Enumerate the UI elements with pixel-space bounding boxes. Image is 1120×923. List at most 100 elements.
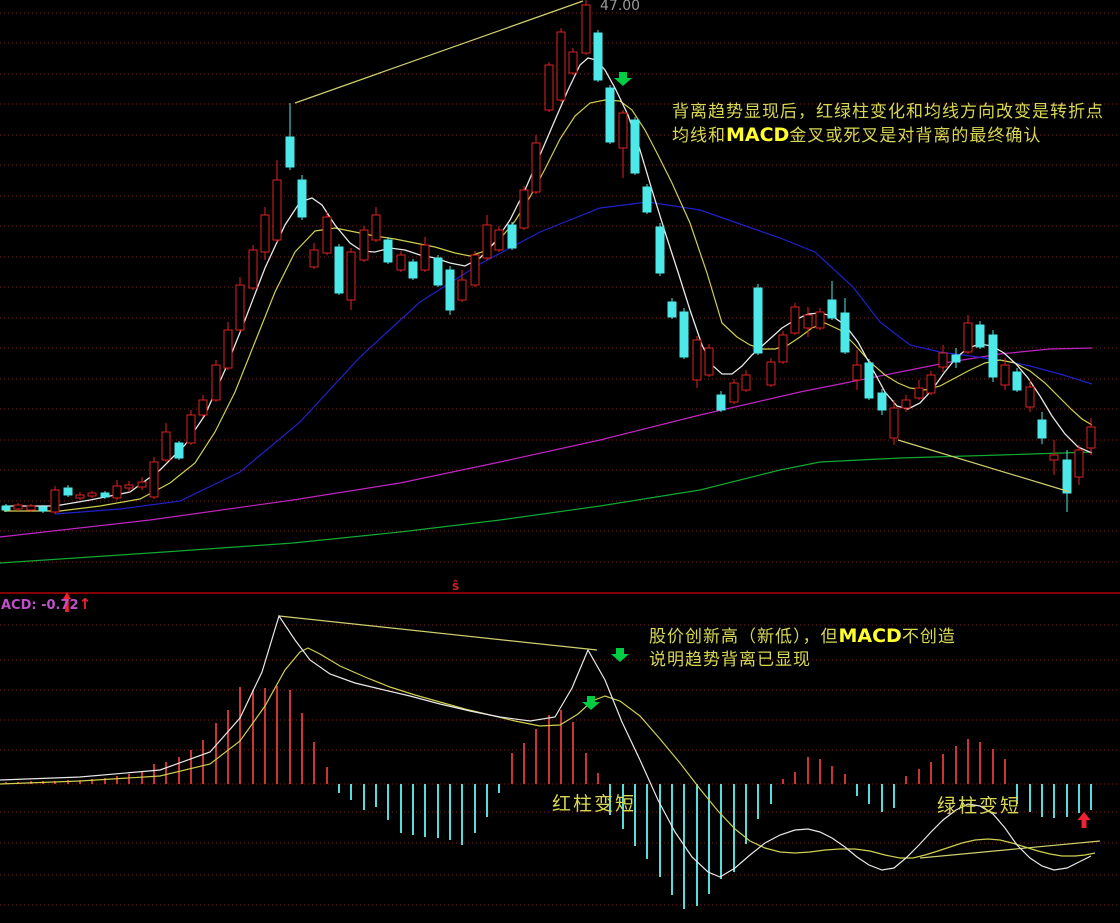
candle-body — [273, 180, 281, 240]
divergence-annotation: 背离趋势显现后，红绿柱变化和均线方向改变是转折点 均线和MACD金叉或死叉是对背… — [672, 101, 1104, 148]
candle-body — [569, 52, 577, 73]
candle-body — [101, 493, 109, 497]
divergence-line1: 背离趋势显现后，红绿柱变化和均线方向改变是转折点 — [672, 101, 1104, 124]
candle-body — [1050, 455, 1058, 460]
candle-body — [619, 113, 627, 148]
candle-body — [767, 362, 775, 385]
candle-body — [779, 335, 787, 362]
candle-body — [680, 312, 688, 357]
candle-body — [236, 285, 244, 330]
candle-body — [557, 32, 565, 100]
candle-body — [261, 215, 269, 252]
trendline — [898, 440, 1070, 492]
candle-body — [841, 313, 849, 352]
candle-body — [434, 258, 442, 285]
candle-body — [693, 340, 701, 380]
candle-body — [14, 505, 22, 509]
candle-body — [88, 493, 96, 496]
candle-body — [113, 486, 121, 498]
candle-body — [1075, 450, 1083, 477]
candle-body — [878, 393, 886, 410]
macd-value-readout: ACD: -0.72↑ — [1, 595, 91, 613]
candle-body — [952, 355, 960, 362]
candle-body — [175, 443, 183, 458]
candle-body — [791, 307, 799, 333]
candle-body — [532, 143, 540, 192]
divergence-line2: 均线和MACD金叉或死叉是对背离的最终确认 — [672, 124, 1104, 148]
macd-keyword: MACD — [726, 124, 789, 146]
candle-body — [705, 348, 713, 375]
candle-body — [939, 353, 947, 367]
candle-body — [187, 415, 195, 443]
candle-body — [828, 300, 836, 318]
candle-body — [51, 490, 59, 512]
candle-body — [458, 280, 466, 300]
macd-note-line1: 股价创新高（新低），但MACD不创造 — [649, 625, 956, 649]
candle-body — [397, 255, 405, 270]
ma-line-blue — [55, 202, 1092, 514]
trendline — [279, 616, 597, 650]
price-peak-label: 47.00 — [600, 0, 640, 14]
candle-body — [1001, 365, 1009, 385]
candle-body — [446, 270, 454, 310]
candle-body — [150, 462, 158, 497]
candle-body — [545, 65, 553, 110]
candle-body — [27, 506, 35, 510]
candle-body — [606, 88, 614, 142]
candle-body — [520, 190, 528, 228]
candle-body — [39, 507, 47, 511]
candle-body — [384, 240, 392, 262]
macd-dea-line — [0, 648, 1095, 858]
candle-body — [508, 225, 516, 248]
candle-body — [335, 247, 343, 293]
candle-body — [323, 217, 331, 253]
stock-chart-screen: 47.00 背离趋势显现后，红绿柱变化和均线方向改变是转折点 均线和MACD金叉… — [0, 0, 1120, 923]
candle-body — [890, 408, 898, 438]
up-arrow-icon — [1078, 812, 1091, 828]
candle-body — [1026, 387, 1034, 407]
candle-body — [989, 335, 997, 377]
macd-keyword: MACD — [839, 625, 902, 647]
candle-body — [1087, 427, 1095, 448]
candle-body — [668, 302, 676, 317]
candle-body — [915, 388, 923, 398]
candle-body — [347, 252, 355, 300]
candle-body — [495, 230, 503, 250]
candle-body — [199, 400, 207, 415]
divider-marker: ŝ — [452, 579, 459, 593]
candle-body — [224, 330, 232, 368]
trendline — [295, 1, 583, 103]
macd-up-arrow-icon: ↑ — [79, 595, 92, 613]
ma-line-green — [0, 452, 1092, 563]
candle-body — [742, 375, 750, 390]
candle-body — [631, 120, 639, 173]
candle-body — [212, 365, 220, 400]
candle-body — [976, 325, 984, 347]
candle-body — [1013, 372, 1021, 390]
candle-body — [249, 250, 257, 288]
candle-body — [582, 5, 590, 53]
candle-body — [804, 315, 812, 328]
candle-body — [643, 187, 651, 212]
candle-body — [902, 400, 910, 408]
red-bars-shorter-label: 红柱变短 — [552, 789, 636, 816]
candle-body — [360, 230, 368, 260]
candle-body — [816, 312, 824, 328]
candle-body — [162, 432, 170, 460]
candle-body — [865, 363, 873, 398]
candle-body — [286, 137, 294, 167]
candle-body — [656, 227, 664, 273]
down-arrow-icon — [611, 648, 629, 662]
candle-body — [1038, 420, 1046, 438]
candle-body — [754, 288, 762, 353]
macd-note-line2: 说明趋势背离已显现 — [649, 649, 956, 672]
candle-body — [138, 482, 146, 487]
candle-body — [125, 485, 133, 488]
candle-body — [594, 33, 602, 80]
candle-body — [310, 250, 318, 267]
candle-body — [717, 395, 725, 410]
candle-body — [372, 215, 380, 240]
candle-body — [2, 506, 10, 510]
candle-body — [1063, 460, 1071, 493]
candle-body — [483, 225, 491, 258]
